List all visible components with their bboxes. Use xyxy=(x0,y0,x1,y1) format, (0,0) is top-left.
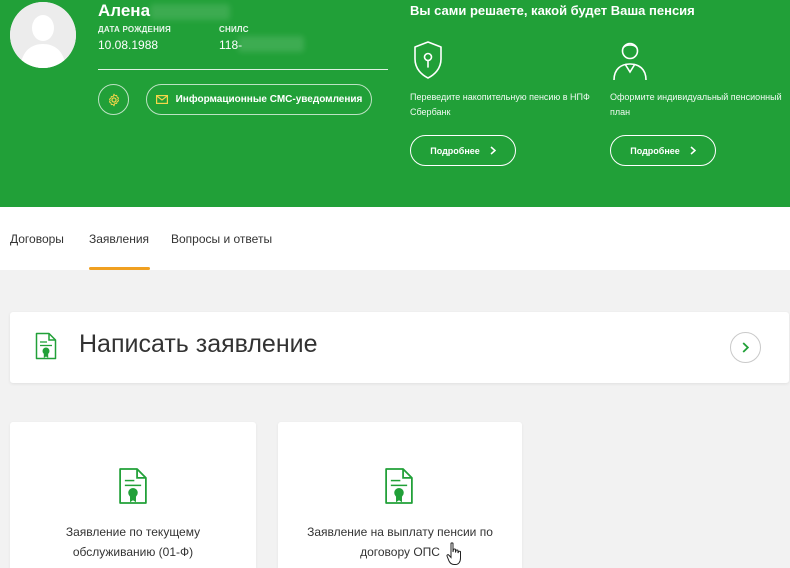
document-certificate-icon xyxy=(384,467,414,510)
shield-keyhole-icon xyxy=(412,40,444,85)
more-button-npf[interactable]: Подробнее xyxy=(410,135,516,166)
application-card-pension-payment[interactable]: Заявление на выплату пенсии по договору … xyxy=(278,422,522,568)
more-button-label: Подробнее xyxy=(430,145,480,156)
sms-notifications-button[interactable]: Информационные СМС-уведомления xyxy=(146,84,372,115)
divider xyxy=(98,69,388,70)
sms-notifications-label: Информационные СМС-уведомления xyxy=(175,94,363,105)
chevron-right-icon xyxy=(690,146,696,155)
hand-cursor-icon xyxy=(446,542,464,568)
envelope-icon xyxy=(155,95,168,104)
tabs-bar: Договоры Заявления Вопросы и ответы xyxy=(0,207,790,270)
write-application-title: Написать заявление xyxy=(79,330,318,358)
user-name: Алена xyxy=(98,1,151,20)
active-tab-indicator xyxy=(89,267,150,270)
settings-button[interactable] xyxy=(98,84,129,115)
more-button-label: Подробнее xyxy=(630,145,680,156)
birth-date-value: 10.08.1988 xyxy=(98,38,159,52)
chevron-right-icon xyxy=(490,146,496,155)
document-certificate-icon xyxy=(118,467,148,510)
tab-contracts[interactable]: Договоры xyxy=(10,232,64,246)
user-silhouette-icon xyxy=(10,2,76,68)
promo-title: Вы сами решаете, какой будет Ваша пенсия xyxy=(410,3,695,18)
profile-header: Алена ДАТА РОЖДЕНИЯ 10.08.1988 СНИЛС 118… xyxy=(0,0,790,207)
write-application-arrow-button[interactable] xyxy=(730,332,761,363)
application-label: Заявление по текущему обслуживанию (01-Ф… xyxy=(65,525,201,559)
snils-label: СНИЛС xyxy=(219,25,249,34)
application-label: Заявление на выплату пенсии по договору … xyxy=(307,525,493,559)
tab-applications[interactable]: Заявления xyxy=(89,232,149,246)
document-certificate-icon xyxy=(35,332,57,365)
more-button-ipp[interactable]: Подробнее xyxy=(610,135,716,166)
birth-date-label: ДАТА РОЖДЕНИЯ xyxy=(98,25,171,34)
avatar[interactable] xyxy=(10,2,76,68)
promo-npf-text: Переведите накопительную пенсию в НПФ Сб… xyxy=(410,92,590,117)
application-card-current-service[interactable]: Заявление по текущему обслуживанию (01-Ф… xyxy=(10,422,256,568)
gear-icon xyxy=(108,93,119,106)
chevron-right-icon xyxy=(742,342,749,353)
tab-faq[interactable]: Вопросы и ответы xyxy=(171,232,272,246)
write-application-card[interactable]: Написать заявление xyxy=(10,312,789,383)
redacted-surname xyxy=(150,4,230,20)
person-icon xyxy=(611,40,649,87)
promo-ipp-text: Оформите индивидуальный пенсионный план xyxy=(610,92,782,117)
redacted-snils xyxy=(238,36,304,52)
